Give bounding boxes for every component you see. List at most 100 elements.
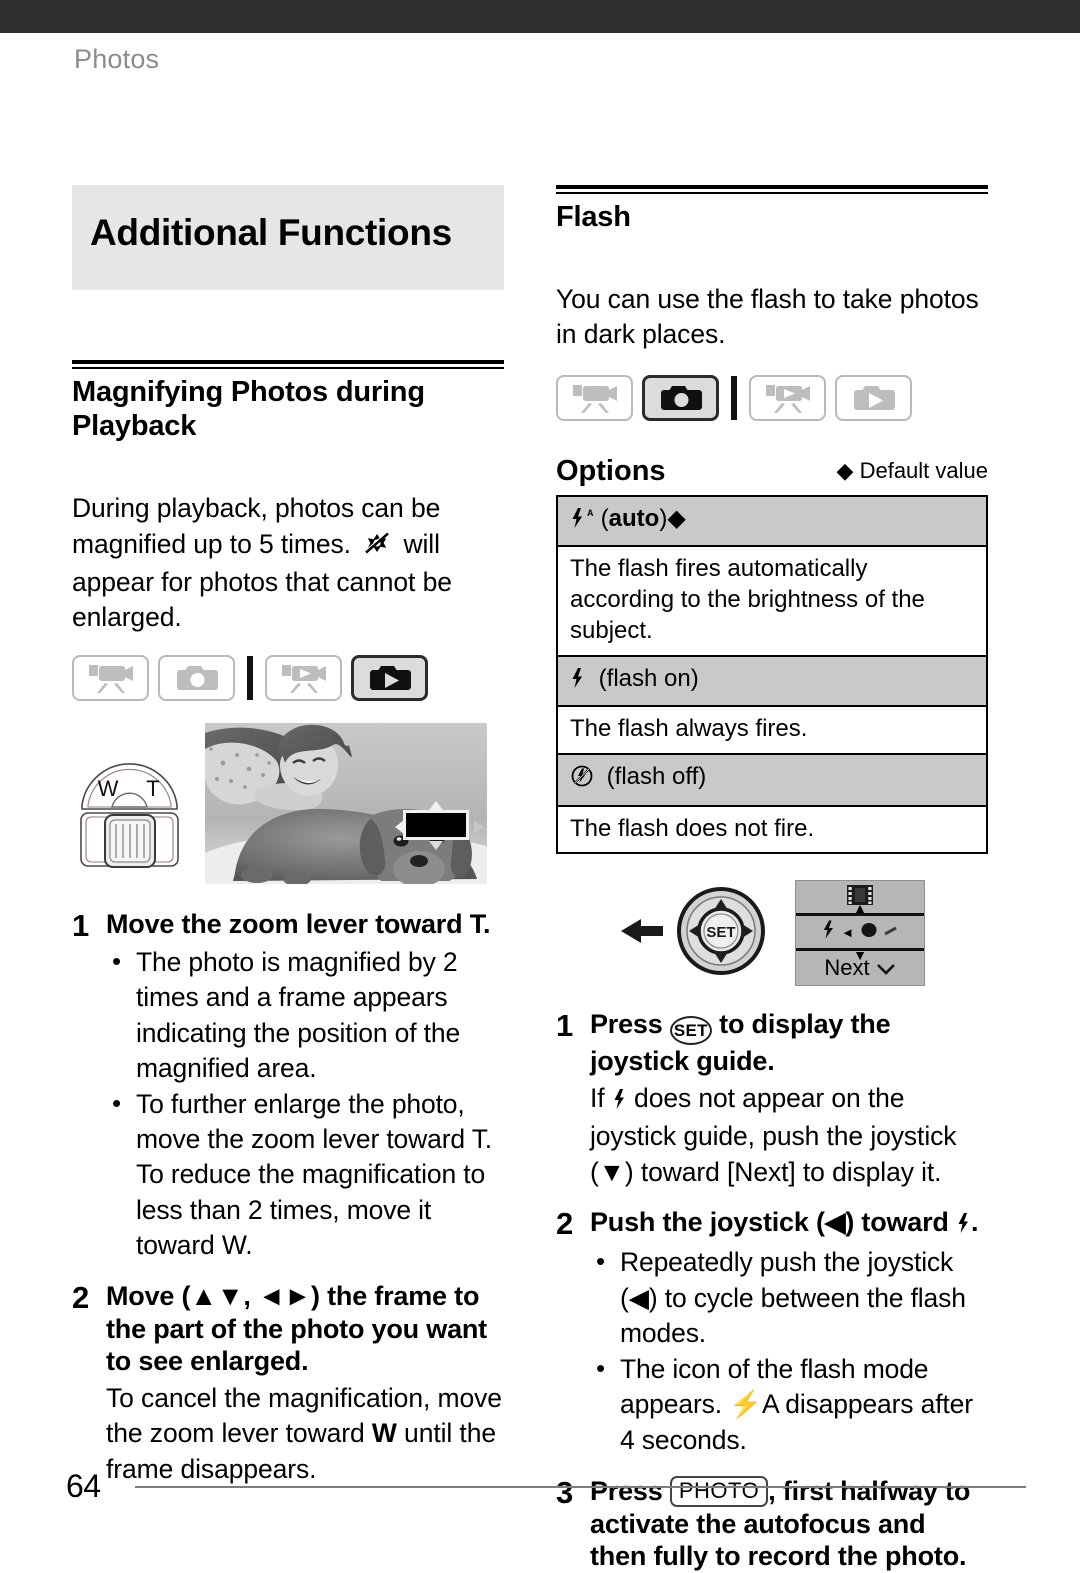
step-right-1-sub-pre: If	[590, 1083, 612, 1114]
mode-btn-camcorder-playback[interactable]	[265, 655, 342, 702]
page-number: 64	[66, 1468, 101, 1504]
guide-center-dot-icon	[860, 921, 878, 944]
default-marker-icon: ◆	[667, 504, 686, 532]
section-title-flash: Flash	[556, 201, 631, 233]
flash-on-icon	[956, 1209, 971, 1242]
option-desc-flash-on: The flash always fires.	[557, 705, 987, 754]
option-auto-text: (auto)◆	[600, 504, 686, 532]
chapter-title-band: Additional Functions	[72, 185, 504, 290]
flash-off-icon	[570, 764, 594, 797]
magnification-frame-overlay	[395, 801, 483, 851]
onscreen-joystick-guide-panel: ▲ ◄ ▼ Next	[795, 880, 925, 987]
step-left-2: 2 Move (▲▼, ◄►) the frame to the part of…	[72, 1280, 504, 1487]
step-right-1-heading: Press SET to display the joystick guide.	[590, 1008, 988, 1078]
default-value-label: Default value	[859, 457, 988, 483]
step-right-2-number: 2	[556, 1205, 574, 1241]
step-right-2-heading: Push the joystick (◀) toward .	[590, 1206, 988, 1242]
step-left-1: 1 Move the zoom lever toward T. The phot…	[72, 908, 504, 1264]
set-button-icon: SET	[669, 1016, 712, 1046]
option-flash-off-name: flash off	[614, 763, 699, 790]
list-item: The photo is magnified by 2 times and a …	[106, 944, 504, 1086]
table-row: The flash always fires.	[557, 705, 987, 754]
guide-down-arrow-icon: ▼	[853, 947, 867, 964]
step-right-1-sub-post: does not appear on the joystick guide, p…	[590, 1083, 957, 1187]
running-head: Photos	[74, 44, 160, 74]
step-left-2-heading: Move (▲▼, ◄►) the frame to the part of t…	[106, 1280, 504, 1378]
step-right-2-heading-pre: Push the joystick (◀) toward	[590, 1206, 957, 1237]
flash-intro-text: You can use the flash to take photos in …	[556, 284, 979, 350]
table-row: (flash off)	[557, 753, 987, 806]
step-left-2-sub-key: W	[371, 1418, 397, 1449]
right-column: Flash You can use the flash to take phot…	[556, 185, 988, 1573]
page-footer: 64	[66, 1468, 1026, 1505]
guide-dash-icon	[884, 923, 898, 941]
list-item: The icon of the flash mode appears. ⚡A d…	[590, 1351, 988, 1458]
mode-icon-row-left	[72, 655, 504, 702]
guide-row-top: ▲	[796, 881, 924, 917]
guide-up-arrow-icon: ▲	[853, 900, 867, 917]
mode-btn-camera-record[interactable]	[158, 655, 235, 702]
mode-group-separator	[247, 656, 253, 701]
section-rule-magnifying	[72, 360, 504, 369]
table-row: A (auto)◆	[557, 495, 987, 547]
joystick-guide-illustration: SET ▲ ◄ ▼ Next	[556, 880, 988, 987]
mode-btn-camcorder-playback[interactable]	[749, 374, 826, 421]
option-name-flash-off: (flash off)	[557, 753, 987, 806]
option-auto-name: auto	[608, 504, 660, 532]
magnify-disabled-icon	[362, 530, 392, 565]
mode-btn-camcorder-record[interactable]	[556, 374, 633, 421]
magnifying-illustration: W T	[72, 723, 504, 885]
mode-btn-camcorder-record[interactable]	[72, 655, 149, 702]
set-button-label: SET	[706, 924, 735, 941]
footer-rule	[134, 1485, 1026, 1488]
chevron-down-icon	[876, 955, 896, 981]
step-right-2: 2 Push the joystick (◀) toward . Repeate…	[556, 1206, 988, 1459]
section-title-magnifying: Magnifying Photos during Playback	[72, 376, 425, 443]
list-item: To further enlarge the photo, move the z…	[106, 1086, 504, 1263]
step-right-2-bullets: Repeatedly push the joystick (◀) to cycl…	[590, 1244, 988, 1458]
joystick-press-diagram: SET	[619, 883, 779, 984]
list-item: Repeatedly push the joystick (◀) to cycl…	[590, 1244, 988, 1351]
step-right-2-heading-post: .	[971, 1206, 979, 1237]
option-desc-auto: The flash fires automatically according …	[557, 545, 987, 656]
table-row: The flash does not fire.	[557, 804, 987, 854]
zoom-lever-w-label: W	[98, 776, 119, 801]
zoom-lever-illustration: W T	[72, 723, 187, 874]
guide-flash-icon	[822, 920, 835, 944]
table-row: (flash on)	[557, 654, 987, 707]
guide-row-middle: ◄	[796, 916, 924, 952]
step-right-1-heading-pre: Press	[590, 1009, 670, 1040]
option-flash-on-text: (flash on)	[598, 664, 699, 692]
step-left-1-heading-key: T	[469, 909, 484, 940]
mode-btn-camera-playback[interactable]	[351, 655, 428, 702]
step-left-2-heading-mid: ,	[243, 1281, 258, 1312]
mode-btn-camera-record[interactable]	[642, 374, 719, 421]
step-left-2-number: 2	[72, 1280, 90, 1316]
step-right-1-number: 1	[556, 1008, 574, 1044]
section-rule-flash	[556, 185, 988, 194]
zoom-lever-t-label: T	[146, 776, 159, 801]
option-flash-on-name: flash on	[606, 664, 691, 692]
mode-btn-camera-playback[interactable]	[835, 374, 912, 421]
step-left-1-heading: Move the zoom lever toward T.	[106, 908, 504, 941]
step-right-1: 1 Press SET to display the joystick guid…	[556, 1008, 988, 1189]
chapter-title: Additional Functions	[90, 212, 452, 253]
option-desc-flash-off: The flash does not fire.	[557, 804, 987, 854]
top-black-bar	[0, 0, 1080, 33]
mode-group-separator	[731, 375, 737, 420]
magnifying-intro-text: During playback, photos can be magnified…	[72, 491, 504, 635]
joystick-up-down-icon: ▲▼	[190, 1281, 244, 1312]
guide-left-arrow-icon: ◄	[841, 924, 854, 940]
left-column: Additional Functions Magnifying Photos d…	[72, 185, 504, 1487]
sample-photo-girl-with-dog	[205, 723, 487, 885]
step-left-2-heading-pre: Move (	[106, 1281, 191, 1312]
joystick-left-right-icon: ◄►	[257, 1281, 312, 1312]
step-right-1-sub: If does not appear on the joystick guide…	[590, 1081, 988, 1190]
flash-on-icon	[612, 1084, 627, 1119]
flash-options-table: A (auto)◆ The flash fires automatically …	[556, 494, 988, 855]
option-name-flash-on: (flash on)	[557, 654, 987, 707]
table-row: The flash fires automatically according …	[557, 545, 987, 656]
default-marker-icon: ◆	[836, 457, 854, 483]
options-label: Options	[556, 454, 666, 487]
step-left-1-number: 1	[72, 908, 90, 944]
